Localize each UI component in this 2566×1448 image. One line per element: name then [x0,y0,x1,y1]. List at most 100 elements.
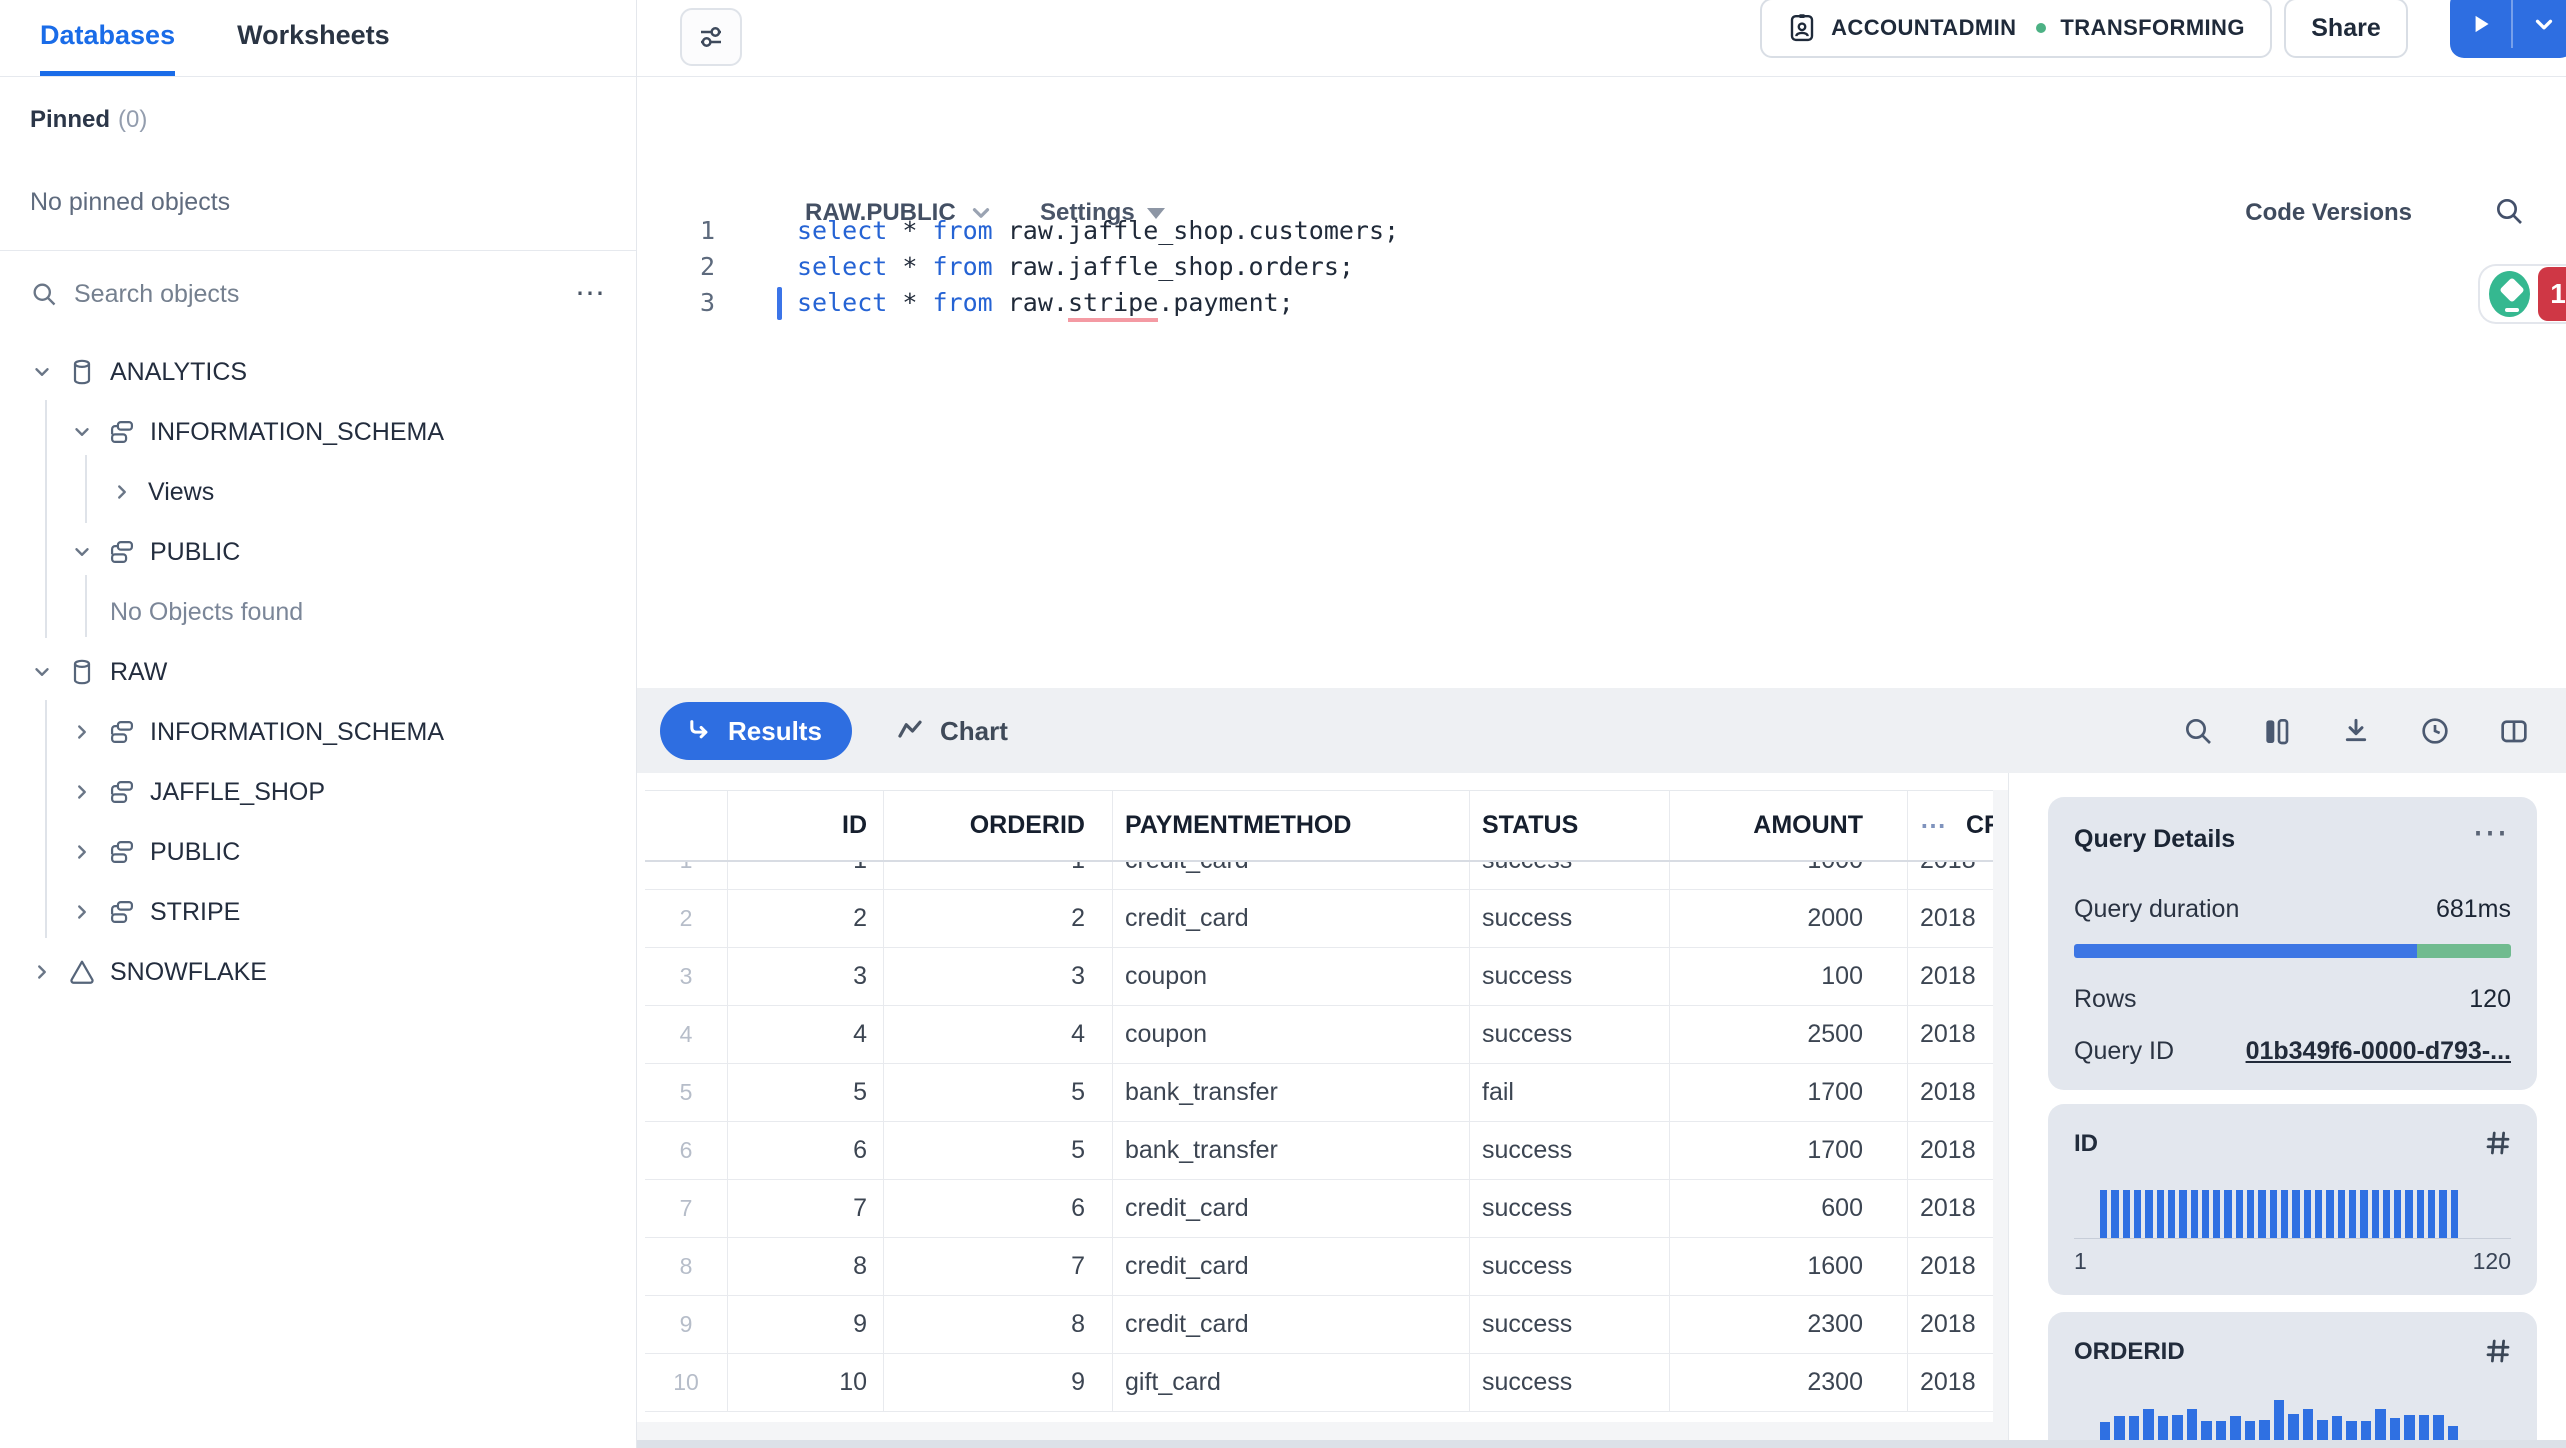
table-cell[interactable]: 9 [728,1296,884,1353]
table-cell[interactable]: 10 [728,1354,884,1411]
table-cell[interactable]: 2018 [1908,1354,1993,1411]
table-cell[interactable]: credit_card [1113,1238,1470,1295]
table-cell[interactable]: 5 [884,1122,1113,1179]
table-cell[interactable]: 6 [884,1180,1113,1237]
chevron-right-icon[interactable] [70,901,94,923]
table-cell[interactable]: 1700 [1670,1122,1908,1179]
code-line-3[interactable]: select * from raw.stripe.payment; [797,285,1294,322]
tree-item-jaffle-shop[interactable]: JAFFLE_SHOP [0,762,636,822]
chevron-down-icon[interactable] [70,421,94,443]
table-cell[interactable]: fail [1470,1064,1670,1121]
tree-item-public[interactable]: PUBLIC [0,822,636,882]
column-header-orderid[interactable]: ORDERID [884,791,1113,860]
tree-item-public[interactable]: PUBLIC [0,522,636,582]
table-vertical-scrollbar[interactable] [1993,790,2008,1440]
chevron-down-icon[interactable] [30,361,54,383]
table-cell[interactable]: 2018 [1908,890,1993,947]
tree-item-stripe[interactable]: STRIPE [0,882,636,942]
table-cell[interactable]: success [1470,948,1670,1005]
horizontal-scrollbar[interactable] [637,1440,2566,1448]
tab-results[interactable]: Results [660,702,852,760]
tree-item-views[interactable]: Views [0,462,636,522]
search-options-icon[interactable]: ⋯ [575,279,608,309]
table-cell[interactable]: 1000 [1670,862,1908,889]
query-details-menu-icon[interactable]: ⋯ [2472,811,2511,853]
column-header-amount[interactable]: AMOUNT [1670,791,1908,860]
table-cell[interactable]: 2018 [1908,1064,1993,1121]
table-cell[interactable]: 4 [884,1006,1113,1063]
table-cell[interactable]: 2018 [1908,862,1993,889]
table-cell[interactable]: 2500 [1670,1006,1908,1063]
chevron-right-icon[interactable] [70,781,94,803]
share-button[interactable]: Share [2284,0,2408,58]
table-cell[interactable]: success [1470,890,1670,947]
role-warehouse-selector[interactable]: ACCOUNTADMIN TRANSFORMING [1760,0,2272,58]
code-versions-link[interactable]: Code Versions [2245,199,2412,227]
table-cell[interactable]: success [1470,1354,1670,1411]
column-menu-icon[interactable]: ⋯ [1920,810,1948,841]
table-cell[interactable]: 2000 [1670,890,1908,947]
table-cell[interactable]: success [1470,1296,1670,1353]
tree-item-analytics[interactable]: ANALYTICS [0,342,636,402]
table-cell[interactable]: 1 [728,862,884,889]
table-cell[interactable]: 2 [884,890,1113,947]
chevron-right-icon[interactable] [110,481,134,503]
filters-button[interactable] [680,8,742,66]
table-cell[interactable]: 7 [884,1238,1113,1295]
table-cell[interactable]: success [1470,1006,1670,1063]
object-search[interactable]: Search objects ⋯ [30,272,608,316]
table-cell[interactable]: 6 [728,1122,884,1179]
table-cell[interactable]: coupon [1113,1006,1470,1063]
table-cell[interactable]: credit_card [1113,1296,1470,1353]
table-cell[interactable]: 2 [728,890,884,947]
table-cell[interactable]: 4 [728,1006,884,1063]
hash-icon[interactable] [2483,1336,2513,1366]
history-button[interactable] [2419,715,2451,747]
table-cell[interactable]: 2018 [1908,1180,1993,1237]
table-cell[interactable]: gift_card [1113,1354,1470,1411]
table-cell[interactable]: coupon [1113,948,1470,1005]
table-cell[interactable]: success [1470,1122,1670,1179]
tree-item-raw[interactable]: RAW [0,642,636,702]
table-cell[interactable]: 8 [884,1296,1113,1353]
table-cell[interactable]: 100 [1670,948,1908,1005]
table-cell[interactable]: 2018 [1908,948,1993,1005]
run-button[interactable] [2450,0,2511,58]
tree-item-snowflake[interactable]: SNOWFLAKE [0,942,636,1002]
columns-button[interactable] [2261,715,2293,747]
chevron-down-icon[interactable] [70,541,94,563]
table-cell[interactable]: 2018 [1908,1238,1993,1295]
table-cell[interactable]: 3 [884,948,1113,1005]
chevron-right-icon[interactable] [70,721,94,743]
run-options-button[interactable] [2513,0,2566,58]
table-cell[interactable]: 600 [1670,1180,1908,1237]
table-cell[interactable]: 5 [728,1064,884,1121]
table-cell[interactable]: 8 [728,1238,884,1295]
orderid-histogram-bars[interactable] [2100,1400,2459,1444]
id-histogram-bars[interactable] [2100,1190,2458,1238]
tree-item-information-schema[interactable]: INFORMATION_SCHEMA [0,402,636,462]
editor-search-button[interactable] [2493,195,2525,227]
table-cell[interactable]: 2300 [1670,1354,1908,1411]
download-button[interactable] [2340,715,2372,747]
table-cell[interactable]: success [1470,1238,1670,1295]
column-header-id[interactable]: ID [728,791,884,860]
column-header-created[interactable]: ⋯CREATED [1908,791,1993,860]
table-cell[interactable]: 9 [884,1354,1113,1411]
sql-editor[interactable]: RAW.PUBLIC Settings Code Versions 1 selec… [637,77,2566,688]
code-line-1[interactable]: select * from raw.jaffle_shop.customers; [797,213,1399,249]
table-cell[interactable]: credit_card [1113,1180,1470,1237]
tab-chart[interactable]: Chart [895,702,1008,760]
table-cell[interactable]: 2018 [1908,1006,1993,1063]
chevron-right-icon[interactable] [30,961,54,983]
query-id-link[interactable]: 01b349f6-0000-d793-... [2246,1037,2511,1066]
search-results-button[interactable] [2182,715,2214,747]
chevron-down-icon[interactable] [30,661,54,683]
table-cell[interactable]: 2018 [1908,1122,1993,1179]
table-cell[interactable]: credit_card [1113,890,1470,947]
tab-databases[interactable]: Databases [40,0,176,76]
table-cell[interactable]: 1700 [1670,1064,1908,1121]
table-cell[interactable]: 7 [728,1180,884,1237]
table-cell[interactable]: 2300 [1670,1296,1908,1353]
assistant-notification[interactable]: 1 [2478,264,2566,324]
